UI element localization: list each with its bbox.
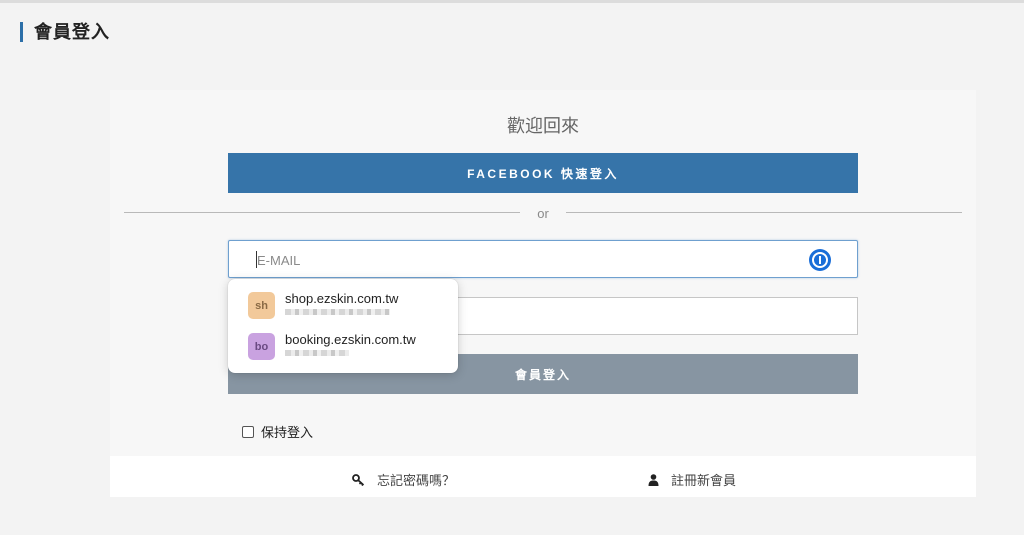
autofill-item[interactable]: sh shop.ezskin.com.tw	[228, 285, 458, 325]
1password-icon[interactable]	[809, 249, 831, 271]
welcome-heading: 歡迎回來	[507, 116, 579, 136]
email-field[interactable]	[228, 240, 858, 278]
top-border	[0, 0, 1024, 3]
card-footer: 忘記密碼嗎？ 註冊新會員	[110, 456, 976, 497]
autofill-domain: booking.ezskin.com.tw	[285, 332, 416, 347]
key-icon	[352, 473, 365, 486]
email-input[interactable]	[257, 251, 797, 269]
autofill-item[interactable]: bo booking.ezskin.com.tw	[228, 326, 458, 366]
register-label: 註冊新會員	[671, 473, 737, 488]
page-title: 會員登入	[20, 22, 110, 42]
autofill-domain: shop.ezskin.com.tw	[285, 291, 399, 306]
forgot-password-link[interactable]: 忘記密碼嗎？	[352, 470, 455, 489]
redacted-username	[285, 350, 349, 356]
register-link[interactable]: 註冊新會員	[648, 470, 736, 489]
divider-line-right	[566, 212, 962, 213]
user-icon	[648, 473, 659, 486]
divider-or-text: or	[537, 206, 549, 221]
facebook-login-button[interactable]: FACEBOOK 快速登入	[228, 153, 858, 193]
forgot-password-label: 忘記密碼嗎？	[377, 473, 456, 488]
autofill-dropdown: sh shop.ezskin.com.tw bo booking.ezskin.…	[228, 279, 458, 373]
redacted-username	[285, 309, 390, 315]
divider-line-left	[124, 212, 520, 213]
remember-checkbox[interactable]	[242, 425, 254, 438]
remember-label: 保持登入	[261, 425, 314, 440]
text-caret	[256, 251, 257, 268]
site-avatar: bo	[248, 333, 275, 360]
remember-me[interactable]: 保持登入	[242, 422, 313, 441]
site-avatar: sh	[248, 292, 275, 319]
